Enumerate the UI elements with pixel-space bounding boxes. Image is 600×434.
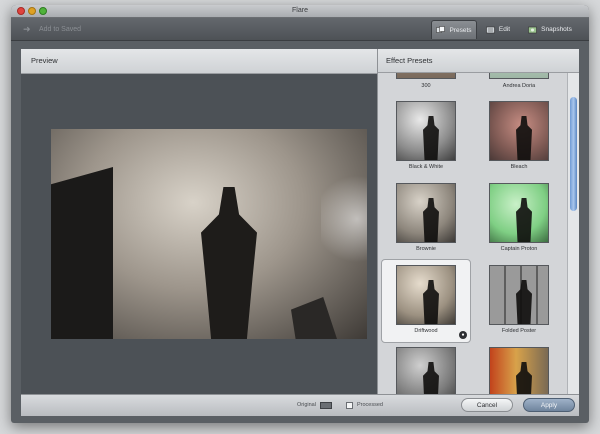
preset-thumbnail [396, 347, 456, 394]
preview-photo [51, 129, 367, 339]
toolbar: ➜ Add to Saved Presets Edit Snapshots [11, 18, 589, 41]
tab-snapshots-label: Snapshots [541, 26, 572, 33]
thumbnail-figure [516, 198, 532, 242]
original-label: Original [297, 402, 316, 408]
thumbnail-figure [516, 280, 532, 324]
preset-label: Bleach [510, 164, 528, 170]
snapshots-icon [528, 26, 537, 33]
preset-label: 300 [421, 83, 431, 89]
edit-icon [486, 26, 495, 33]
preset-options-icon[interactable]: ● [459, 331, 467, 339]
window-title: Flare [292, 7, 308, 14]
thumbnail-figure [423, 116, 439, 160]
thumbnail-figure [423, 280, 439, 324]
effect-presets-list[interactable]: 300 Andrea Doria Black & White Bleach Br… [377, 73, 567, 394]
preset-label: Captain Proton [500, 246, 538, 252]
preset-label: Andrea Doria [502, 83, 536, 89]
preset-thumbnail [489, 347, 549, 394]
tab-edit-label: Edit [498, 26, 511, 33]
thumbnail-figure [516, 116, 532, 160]
effect-presets-header: Effect Presets [377, 49, 579, 73]
thumbnail-figure [423, 198, 439, 242]
processed-toggle[interactable]: Processed [346, 399, 383, 411]
preset-item[interactable] [474, 341, 564, 394]
apply-button[interactable]: Apply [523, 398, 575, 412]
bottom-bar: Original Processed Cancel Apply [21, 394, 579, 416]
thumbnail-figure [423, 362, 439, 394]
preset-thumbnail [396, 73, 456, 79]
preset-black-white[interactable]: Black & White [381, 95, 471, 179]
preset-thumbnail [489, 101, 549, 161]
preset-brownie[interactable]: Brownie [381, 177, 471, 261]
effect-presets-title: Effect Presets [386, 56, 433, 65]
preset-driftwood[interactable]: Driftwood ● [381, 259, 471, 343]
preset-thumbnail [489, 265, 549, 325]
photo-person [201, 187, 257, 339]
tab-edit[interactable]: Edit [481, 20, 515, 39]
original-toggle[interactable]: Original [297, 399, 332, 411]
tab-snapshots[interactable]: Snapshots [520, 20, 580, 39]
preset-300[interactable]: 300 [381, 73, 471, 97]
preview-area [21, 74, 377, 394]
tab-presets[interactable]: Presets [431, 20, 477, 39]
split-view-icon[interactable] [319, 401, 332, 409]
preview-title: Preview [31, 56, 58, 65]
preview-header: Preview [21, 49, 377, 74]
preset-thumbnail [489, 183, 549, 243]
photo-building [51, 167, 113, 339]
presets-scrollbar[interactable] [567, 73, 579, 394]
preset-thumbnail [489, 73, 549, 79]
photo-cloud [321, 169, 367, 269]
presets-icon [436, 26, 446, 33]
preset-item[interactable] [381, 341, 471, 394]
preset-label: Folded Poster [501, 328, 537, 334]
thumbnail-figure [516, 362, 532, 394]
preset-label: Brownie [416, 246, 436, 252]
preset-thumbnail [396, 183, 456, 243]
processed-checkbox[interactable] [346, 401, 353, 409]
forward-arrow-icon: ➜ [23, 23, 31, 34]
photo-sign [291, 297, 337, 339]
preset-thumbnail [396, 101, 456, 161]
tab-presets-label: Presets [449, 26, 472, 34]
preset-folded-poster[interactable]: Folded Poster [474, 259, 564, 343]
processed-label: Processed [357, 402, 383, 408]
cancel-button[interactable]: Cancel [461, 398, 513, 412]
scrollbar-thumb[interactable] [570, 97, 577, 211]
add-to-saved-button[interactable]: ➜ Add to Saved [23, 23, 81, 35]
preset-label: Black & White [408, 164, 444, 170]
flare-window: Flare ➜ Add to Saved Presets Edit Snapsh… [11, 5, 589, 423]
add-to-saved-label: Add to Saved [39, 25, 82, 33]
preset-captain-proton[interactable]: Captain Proton [474, 177, 564, 261]
preset-andrea-doria[interactable]: Andrea Doria [474, 73, 564, 97]
preset-bleach[interactable]: Bleach [474, 95, 564, 179]
preset-label: Driftwood [414, 328, 438, 334]
preset-thumbnail [396, 265, 456, 325]
title-bar[interactable]: Flare [11, 5, 589, 18]
